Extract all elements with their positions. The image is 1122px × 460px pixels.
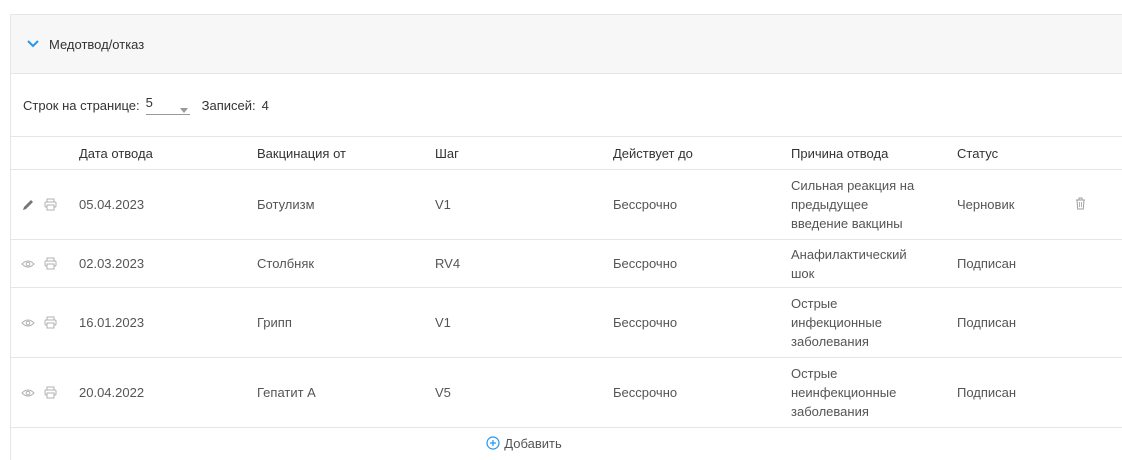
panel-title: Медотвод/отказ xyxy=(49,36,145,52)
table-row[interactable]: 02.03.2023 Столбняк RV4 Бессрочно Анафилакти… xyxy=(11,239,1122,288)
reason-line: Сильная реакция на xyxy=(791,178,915,193)
status-cell: Подписан xyxy=(957,239,1073,288)
delete-cell xyxy=(1073,357,1122,428)
step-cell: V1 xyxy=(435,169,613,240)
plus-circle-icon xyxy=(486,436,500,450)
valid-until-cell: Бессрочно xyxy=(613,287,791,358)
table-body: 05.04.2023 Ботулизм V1 Бессрочно Сильная реа… xyxy=(11,169,1122,428)
records-count: 4 xyxy=(261,97,269,113)
delete-cell xyxy=(1073,287,1122,358)
header-step[interactable]: Шаг xyxy=(435,137,613,170)
reason-line: инфекционные xyxy=(791,315,882,330)
reason-cell: Острые неинфекционные заболевания xyxy=(791,357,957,428)
valid-until-cell: Бессрочно xyxy=(613,357,791,428)
exemptions-table: Дата отвода Вакцинация от Шаг Действует … xyxy=(11,137,1122,428)
date-cell: 16.01.2023 xyxy=(79,287,257,358)
eye-icon[interactable] xyxy=(21,257,35,271)
reason-line: Анафилактический xyxy=(791,246,907,262)
date-cell: 20.04.2022 xyxy=(79,357,257,428)
header-valid-until[interactable]: Действует до xyxy=(613,137,791,170)
header-status[interactable]: Статус xyxy=(957,137,1073,170)
date-cell: 05.04.2023 xyxy=(79,169,257,240)
reason-line: заболевания xyxy=(791,334,869,349)
printer-icon[interactable] xyxy=(43,198,57,212)
row-actions-cell xyxy=(11,357,79,428)
delete-cell xyxy=(1073,239,1122,288)
header-delete xyxy=(1073,137,1122,170)
valid-until-cell: Бессрочно xyxy=(613,169,791,240)
add-label: Добавить xyxy=(504,435,562,451)
reason-line: шок xyxy=(791,265,815,281)
row-actions-cell xyxy=(11,169,79,240)
eye-icon[interactable] xyxy=(21,386,35,400)
vaccination-cell: Гепатит А xyxy=(257,357,435,428)
add-button[interactable]: Добавить xyxy=(11,428,1122,458)
vaccination-exemption-panel: Медотвод/отказ Строк на странице: 5 Запи… xyxy=(10,14,1122,460)
reason-line: предыдущее xyxy=(791,197,869,212)
header-date[interactable]: Дата отвода xyxy=(79,137,257,170)
valid-until-cell: Бессрочно xyxy=(613,239,791,288)
rows-per-page-label: Строк на странице: xyxy=(23,97,140,113)
eye-icon[interactable] xyxy=(21,316,35,330)
row-actions-cell xyxy=(11,287,79,358)
trash-icon[interactable] xyxy=(1073,196,1087,210)
header-vaccination[interactable]: Вакцинация от xyxy=(257,137,435,170)
caret-down-icon xyxy=(179,101,188,116)
printer-icon[interactable] xyxy=(43,257,57,271)
vaccination-cell: Грипп xyxy=(257,287,435,358)
printer-icon[interactable] xyxy=(43,386,57,400)
printer-icon[interactable] xyxy=(43,316,57,330)
table-row[interactable]: 20.04.2022 Гепатит А V5 Бессрочно Острые неин… xyxy=(11,357,1122,428)
row-actions-cell xyxy=(11,239,79,288)
header-reason[interactable]: Причина отвода xyxy=(791,137,957,170)
table-header-row: Дата отвода Вакцинация от Шаг Действует … xyxy=(11,137,1122,170)
pencil-icon[interactable] xyxy=(21,198,35,212)
status-cell: Подписан xyxy=(957,287,1073,358)
vaccination-cell: Столбняк xyxy=(257,239,435,288)
reason-line: заболевания xyxy=(791,404,869,419)
delete-cell xyxy=(1073,169,1122,240)
reason-cell: Анафилактический шок xyxy=(791,239,957,288)
vaccination-cell: Ботулизм xyxy=(257,169,435,240)
status-cell: Черновик xyxy=(957,169,1073,240)
table-row[interactable]: 16.01.2023 Грипп V1 Бессрочно Острые инфекцио… xyxy=(11,287,1122,358)
step-cell: RV4 xyxy=(435,239,613,288)
records-label: Записей: xyxy=(201,97,256,113)
chevron-down-icon[interactable] xyxy=(27,38,39,50)
step-cell: V5 xyxy=(435,357,613,428)
header-actions xyxy=(11,137,79,170)
reason-line: введение вакцины xyxy=(791,216,903,231)
rows-per-page-select[interactable]: 5 xyxy=(145,94,190,116)
table-row[interactable]: 05.04.2023 Ботулизм V1 Бессрочно Сильная реа… xyxy=(11,169,1122,240)
panel-header[interactable]: Медотвод/отказ xyxy=(11,15,1122,74)
rows-per-page-value: 5 xyxy=(145,94,153,110)
reason-line: Острые xyxy=(791,296,838,311)
pagination-bar: Строк на странице: 5 Записей: 4 xyxy=(11,74,1122,137)
date-cell: 02.03.2023 xyxy=(79,239,257,288)
step-cell: V1 xyxy=(435,287,613,358)
reason-line: Острые xyxy=(791,366,838,381)
status-cell: Подписан xyxy=(957,357,1073,428)
reason-cell: Острые инфекционные заболевания xyxy=(791,287,957,358)
reason-line: неинфекционные xyxy=(791,385,897,400)
reason-cell: Сильная реакция на предыдущее введение вак… xyxy=(791,169,957,240)
